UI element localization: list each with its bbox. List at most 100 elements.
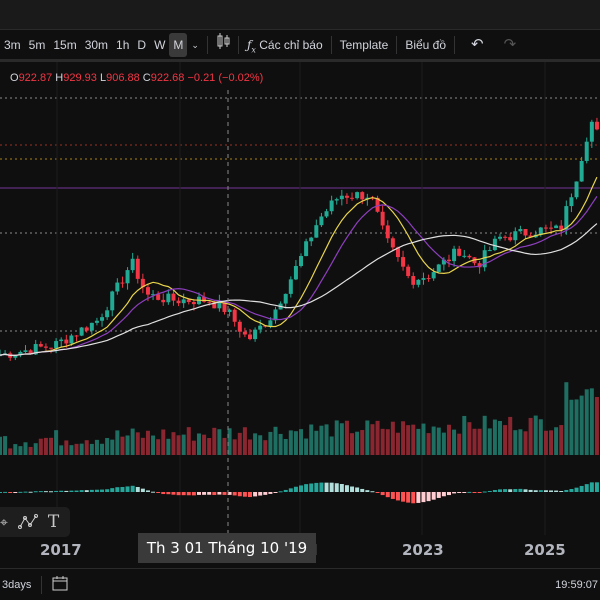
close-value: 922.68 <box>150 72 185 84</box>
price-chart[interactable] <box>0 62 600 535</box>
volume-bar <box>151 435 156 455</box>
macd-histogram-bar <box>217 492 222 495</box>
interval-30m[interactable]: 30m <box>81 33 112 57</box>
candle-body <box>23 350 28 352</box>
volume-bar <box>74 443 79 455</box>
interval-m[interactable]: M <box>169 33 188 57</box>
toolbar: 3m 5m 15m 30m 1h D W M ⌄ ƒx Các chỉ báo … <box>0 31 600 62</box>
interval-dropdown-chevron-icon[interactable]: ⌄ <box>187 33 203 57</box>
macd-histogram-bar <box>283 489 288 492</box>
volume-bar <box>457 433 462 455</box>
macd-histogram-bar <box>74 490 79 492</box>
candle-body <box>237 321 242 332</box>
range-button[interactable]: 3days <box>0 579 31 591</box>
candle-body <box>329 200 334 212</box>
candle-body <box>38 344 43 347</box>
moving-average-mid <box>0 196 598 356</box>
volume-bar <box>380 428 385 455</box>
volume-bar <box>69 445 74 455</box>
macd-histogram-bar <box>589 482 594 492</box>
go-to-date-icon[interactable] <box>52 575 68 594</box>
macd-histogram-bar <box>23 491 28 493</box>
interval-15m[interactable]: 15m <box>49 33 80 57</box>
macd-histogram-bar <box>64 490 69 492</box>
candle-body <box>288 279 293 294</box>
interval-3m[interactable]: 3m <box>0 33 25 57</box>
interval-1h[interactable]: 1h <box>112 33 133 57</box>
chart-button[interactable]: Biểu đồ <box>401 33 450 57</box>
volume-bar <box>482 415 487 455</box>
candle-body <box>120 282 125 284</box>
volume-bar <box>23 442 28 455</box>
macd-histogram-bar <box>237 492 242 497</box>
interval-w[interactable]: W <box>150 33 169 57</box>
volume-bar <box>319 425 324 455</box>
candle-body <box>411 276 416 285</box>
macd-histogram-bar <box>263 492 268 495</box>
volume-bar <box>232 439 237 455</box>
undo-icon[interactable]: ↶ <box>467 33 488 57</box>
macd-histogram-bar <box>523 489 528 492</box>
candle-body <box>390 238 395 248</box>
candle-body <box>309 237 314 242</box>
volume-bar <box>288 430 293 455</box>
volume-bar <box>13 444 18 455</box>
volume-bar <box>594 397 599 455</box>
interval-5m[interactable]: 5m <box>25 33 50 57</box>
redo-icon[interactable]: ↷ <box>500 33 521 57</box>
macd-histogram-bar <box>457 492 462 493</box>
moving-average-slow <box>0 223 598 356</box>
candle-body <box>452 248 457 262</box>
macd-histogram-bar <box>0 492 2 493</box>
candle-body <box>232 309 237 322</box>
volume-bar <box>293 431 298 455</box>
candle-body <box>100 317 105 321</box>
macd-histogram-bar <box>268 492 273 494</box>
candle-body <box>125 270 130 284</box>
volume-bar <box>492 419 497 455</box>
candle-body <box>436 264 441 273</box>
volume-bar <box>452 429 457 455</box>
macd-histogram-bar <box>115 487 120 492</box>
candle-body <box>299 256 304 267</box>
candle-body <box>130 258 135 271</box>
text-tool-icon[interactable]: T <box>48 512 59 532</box>
macd-histogram-bar <box>253 492 258 497</box>
macd-histogram-bar <box>365 490 370 492</box>
macd-histogram-bar <box>452 492 457 494</box>
volume-bar <box>390 421 395 455</box>
volume-bar <box>28 446 33 455</box>
abc-pattern-icon[interactable] <box>17 512 38 533</box>
volume-bar <box>3 436 8 455</box>
moving-average-fast <box>0 176 598 356</box>
volume-bar <box>421 423 426 455</box>
macd-histogram-bar <box>69 490 74 492</box>
candle-body <box>94 320 99 323</box>
macd-histogram-bar <box>574 487 579 492</box>
volume-bar <box>115 430 120 455</box>
candle-body <box>227 309 232 312</box>
volume-bar <box>79 443 84 455</box>
volume-bar <box>411 424 416 455</box>
macd-histogram-bar <box>33 491 38 493</box>
macd-histogram-bar <box>171 492 176 495</box>
time-label: 2025 <box>524 541 566 559</box>
volume-bar <box>273 426 278 455</box>
volume-bar <box>237 432 242 455</box>
template-button[interactable]: Template <box>336 33 393 57</box>
macd-histogram-bar <box>242 492 247 497</box>
volume-bar <box>472 428 477 455</box>
candle-body <box>594 121 599 130</box>
volume-bar <box>523 431 528 455</box>
indicators-button[interactable]: ƒx Các chỉ báo <box>243 33 327 57</box>
volume-bar <box>370 424 375 455</box>
volume-bar <box>543 430 548 455</box>
macd-histogram-bar <box>406 492 411 503</box>
candle-type-icon[interactable] <box>212 33 234 57</box>
volume-bar <box>564 382 569 455</box>
macd-histogram-bar <box>426 492 431 502</box>
interval-d[interactable]: D <box>133 33 150 57</box>
pin-icon[interactable]: ⌖ <box>0 514 8 531</box>
change-value: −0.21 <box>187 72 216 84</box>
volume-bar <box>135 432 140 455</box>
